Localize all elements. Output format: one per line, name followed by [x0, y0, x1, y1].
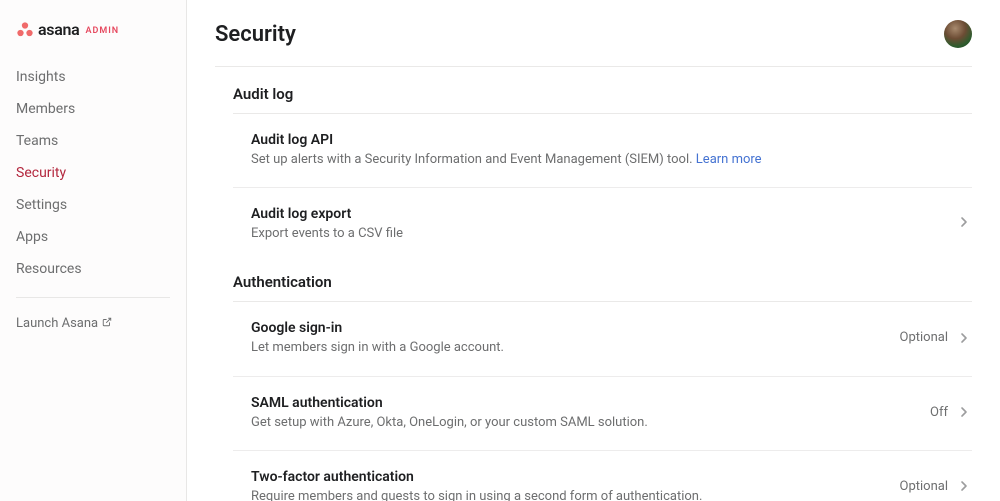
setting-google-signin[interactable]: Google sign-in Let members sign in with …: [233, 302, 972, 376]
launch-asana-link[interactable]: Launch Asana: [0, 310, 186, 337]
learn-more-link[interactable]: Learn more: [696, 152, 762, 167]
sidebar-item-teams[interactable]: Teams: [0, 125, 186, 157]
setting-desc: Export events to a CSV file: [251, 225, 958, 243]
setting-title: Audit log export: [251, 206, 958, 222]
setting-right: Optional: [900, 320, 970, 345]
external-link-icon: [102, 317, 112, 330]
setting-audit-log-export[interactable]: Audit log export Export events to a CSV …: [233, 188, 972, 261]
setting-left: Audit log API Set up alerts with a Secur…: [251, 132, 970, 169]
setting-desc: Get setup with Azure, Okta, OneLogin, or…: [251, 414, 930, 432]
setting-left: Two-factor authentication Require member…: [251, 469, 900, 501]
setting-right: [958, 206, 970, 228]
sidebar-item-settings[interactable]: Settings: [0, 189, 186, 221]
sidebar-item-insights[interactable]: Insights: [0, 61, 186, 93]
setting-desc: Require members and guests to sign in us…: [251, 488, 900, 501]
setting-title: Audit log API: [251, 132, 970, 148]
sidebar-divider: [16, 297, 170, 298]
setting-right: Optional: [900, 469, 970, 494]
chevron-right-icon: [958, 332, 970, 344]
setting-left: Google sign-in Let members sign in with …: [251, 320, 900, 357]
section-title: Audit log: [233, 85, 972, 114]
setting-left: SAML authentication Get setup with Azure…: [251, 395, 930, 432]
setting-desc: Set up alerts with a Security Informatio…: [251, 151, 970, 169]
chevron-right-icon: [958, 406, 970, 418]
main-content: Security Audit log Audit log API Set up …: [187, 0, 1000, 501]
sidebar-item-apps[interactable]: Apps: [0, 221, 186, 253]
setting-status: Optional: [900, 479, 948, 494]
setting-desc-text: Set up alerts with a Security Informatio…: [251, 152, 696, 167]
sidebar: asana ADMIN Insights Members Teams Secur…: [0, 0, 187, 501]
chevron-right-icon: [958, 480, 970, 492]
setting-saml-auth[interactable]: SAML authentication Get setup with Azure…: [233, 377, 972, 451]
launch-asana-label: Launch Asana: [16, 316, 98, 331]
setting-title: Two-factor authentication: [251, 469, 900, 485]
sidebar-item-members[interactable]: Members: [0, 93, 186, 125]
sidebar-item-resources[interactable]: Resources: [0, 253, 186, 285]
asana-logo-icon: [16, 21, 34, 39]
chevron-right-icon: [958, 216, 970, 228]
section-title: Authentication: [233, 273, 972, 302]
avatar[interactable]: [944, 20, 972, 48]
brand-suffix: ADMIN: [85, 26, 119, 36]
setting-title: SAML authentication: [251, 395, 930, 411]
brand-name: asana: [38, 20, 79, 39]
setting-two-factor[interactable]: Two-factor authentication Require member…: [233, 451, 972, 501]
section-authentication: Authentication Google sign-in Let member…: [215, 273, 972, 501]
setting-desc: Let members sign in with a Google accoun…: [251, 339, 900, 357]
section-audit-log: Audit log Audit log API Set up alerts wi…: [215, 85, 972, 261]
setting-right: Off: [930, 395, 970, 420]
setting-status: Optional: [900, 330, 948, 345]
setting-status: Off: [930, 405, 948, 420]
setting-left: Audit log export Export events to a CSV …: [251, 206, 958, 243]
sidebar-nav: Insights Members Teams Security Settings…: [0, 61, 186, 285]
brand-logo: asana ADMIN: [0, 20, 186, 61]
setting-title: Google sign-in: [251, 320, 900, 336]
setting-audit-log-api[interactable]: Audit log API Set up alerts with a Secur…: [233, 114, 972, 188]
page-title: Security: [215, 22, 296, 47]
main-header: Security: [215, 20, 972, 67]
sidebar-item-security[interactable]: Security: [0, 157, 186, 189]
